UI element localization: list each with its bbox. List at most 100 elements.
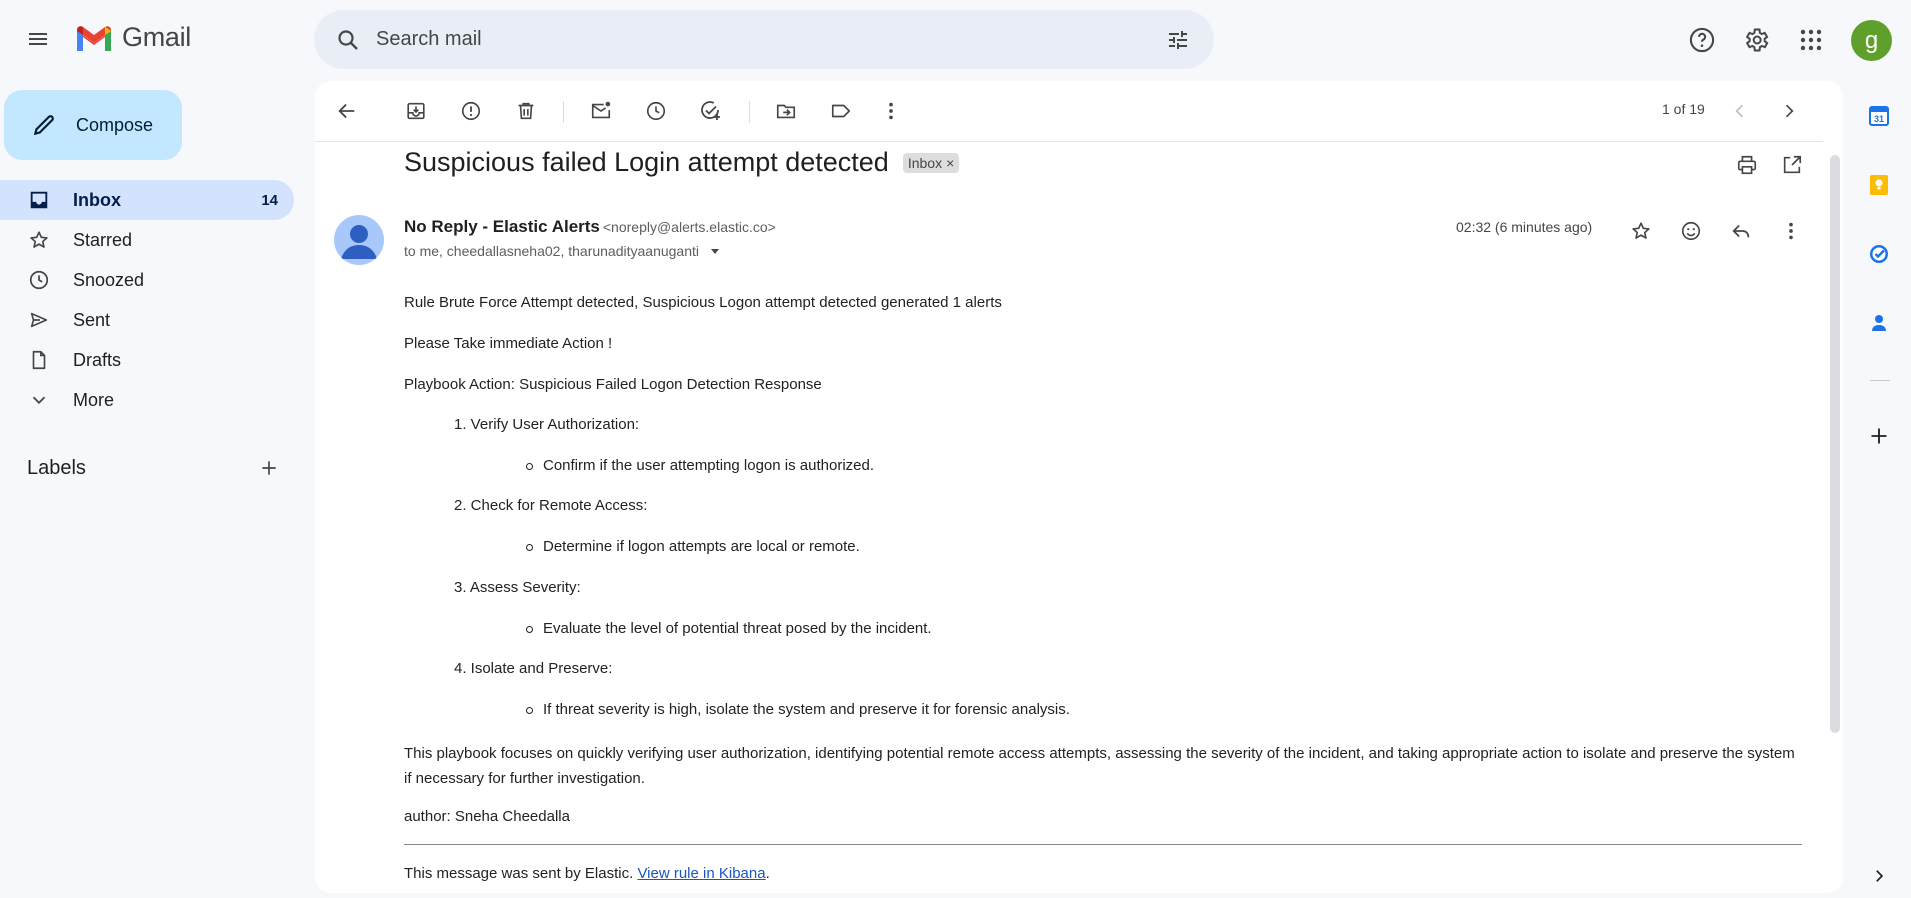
inbox-icon <box>27 188 51 212</box>
sidebar-item-label: Snoozed <box>73 269 145 290</box>
body-paragraph: Please Take immediate Action ! <box>404 335 613 352</box>
recipients: to me, cheedallasneha02, tharunadityaanu… <box>404 243 699 259</box>
archive-icon <box>407 102 425 120</box>
person-icon <box>341 225 377 259</box>
sidebar-item-label: Starred <box>73 229 133 250</box>
sender-avatar[interactable] <box>334 215 384 265</box>
star-icon <box>27 228 51 252</box>
account-avatar[interactable]: g <box>1851 20 1892 61</box>
step-detail-text: Evaluate the level of potential threat p… <box>543 620 932 637</box>
contacts-app-button[interactable] <box>1859 303 1899 343</box>
svg-text:31: 31 <box>1874 114 1884 124</box>
labels-title: Labels <box>27 456 86 479</box>
avatar-letter: g <box>1864 26 1879 54</box>
chevron-right-icon <box>1785 104 1794 118</box>
compose-label: Compose <box>76 114 154 135</box>
footer-text: This message was sent by Elastic. <box>404 865 634 882</box>
search-options-button[interactable] <box>1162 24 1194 56</box>
view-rule-link[interactable]: View rule in Kibana <box>637 865 765 882</box>
support-button[interactable] <box>1682 20 1722 60</box>
sender-name[interactable]: No Reply - Elastic Alerts <box>404 217 600 236</box>
top-header: Gmail g <box>0 0 1911 80</box>
search-bar[interactable] <box>314 10 1214 69</box>
playbook-step: 1. Verify User Authorization: <box>454 416 640 433</box>
sidebar-item-inbox[interactable]: Inbox 14 <box>0 180 294 220</box>
report-spam-button[interactable] <box>453 93 489 129</box>
bullet-dot <box>526 706 533 714</box>
open-in-new-icon <box>1783 155 1802 174</box>
draft-icon <box>27 348 51 372</box>
clock-icon <box>646 101 666 121</box>
mark-unread-icon <box>591 101 611 119</box>
keep-app-button[interactable] <box>1859 165 1899 205</box>
tasks-app-button[interactable] <box>1859 234 1899 274</box>
playbook-step-detail: Evaluate the level of potential threat p… <box>526 619 932 639</box>
sidebar-item-sent[interactable]: Sent <box>0 300 294 340</box>
search-input[interactable] <box>374 27 1138 52</box>
reply-button[interactable] <box>1721 211 1761 251</box>
search-icon <box>338 29 358 50</box>
sidebar-item-more[interactable]: More <box>0 380 294 420</box>
print-icon <box>1737 155 1757 175</box>
clock-icon <box>27 268 51 292</box>
sidebar-item-label: More <box>73 389 115 410</box>
calendar-app-button[interactable]: 31 <box>1859 96 1899 136</box>
archive-button[interactable] <box>398 93 434 129</box>
add-task-icon <box>701 101 720 120</box>
arrow-back-icon <box>338 103 355 119</box>
add-reaction-button[interactable] <box>1671 211 1711 251</box>
playbook-step: 2. Check for Remote Access: <box>454 497 648 514</box>
settings-button[interactable] <box>1736 20 1776 60</box>
pagination-count: 1 of 19 <box>1662 101 1705 117</box>
step-detail-text: Confirm if the user attempting logon is … <box>543 457 875 474</box>
bullet-dot <box>526 625 533 633</box>
more-actions-button[interactable] <box>873 93 909 129</box>
author-line: author: Sneha Cheedalla <box>404 808 570 825</box>
subject-row: Suspicious failed Login attempt detected… <box>404 147 960 178</box>
sender-email: <noreply@alerts.elastic.co> <box>602 219 776 235</box>
sidebar-item-drafts[interactable]: Drafts <box>0 340 294 380</box>
playbook-step: 3. Assess Severity: <box>454 579 581 596</box>
labels-button[interactable] <box>823 93 859 129</box>
hamburger-menu-icon <box>29 33 47 45</box>
star-message-button[interactable] <box>1621 211 1661 251</box>
chevron-left-icon <box>1735 104 1744 118</box>
get-addons-button[interactable] <box>1859 416 1899 456</box>
back-button[interactable] <box>329 93 365 129</box>
show-details-button[interactable] <box>707 243 723 259</box>
delete-button[interactable] <box>508 93 544 129</box>
sender-line: No Reply - Elastic Alerts <noreply@alerts… <box>404 217 776 237</box>
app-name: Gmail <box>122 22 192 52</box>
create-label-button[interactable] <box>253 452 285 484</box>
google-apps-button[interactable] <box>1791 20 1831 60</box>
snooze-button[interactable] <box>638 93 674 129</box>
sidebar-nav: Inbox 14 Starred Snoozed Sent Drafts Mor… <box>0 180 294 420</box>
more-message-options-button[interactable] <box>1771 211 1811 251</box>
show-side-panel-button[interactable] <box>1859 856 1899 896</box>
message-footer: This message was sent by Elastic. View r… <box>404 865 770 882</box>
more-vert-icon <box>1789 222 1793 240</box>
tasks-icon <box>1870 245 1888 263</box>
print-all-button[interactable] <box>1731 149 1763 181</box>
scrollbar-thumb[interactable] <box>1830 155 1840 733</box>
signature-divider <box>404 844 1802 845</box>
newer-button[interactable] <box>1722 93 1758 129</box>
sidebar-item-snoozed[interactable]: Snoozed <box>0 260 294 300</box>
label-chip-text: Inbox <box>907 154 943 171</box>
footer-period: . <box>765 865 770 882</box>
search-button[interactable] <box>328 20 368 60</box>
mark-unread-button[interactable] <box>583 93 619 129</box>
add-to-tasks-button[interactable] <box>692 93 728 129</box>
move-to-button[interactable] <box>768 93 804 129</box>
main-menu-button[interactable] <box>22 23 54 55</box>
older-button[interactable] <box>1771 93 1807 129</box>
open-new-window-button[interactable] <box>1776 149 1808 181</box>
sidebar-item-starred[interactable]: Starred <box>0 220 294 260</box>
bullet-dot <box>526 543 533 551</box>
keep-icon <box>1870 175 1888 195</box>
remove-label-button[interactable]: × <box>946 155 954 171</box>
trash-icon <box>518 102 534 120</box>
gmail-logo[interactable]: Gmail <box>74 22 191 53</box>
compose-button[interactable]: Compose <box>4 90 182 160</box>
calendar-icon: 31 <box>1869 106 1889 126</box>
